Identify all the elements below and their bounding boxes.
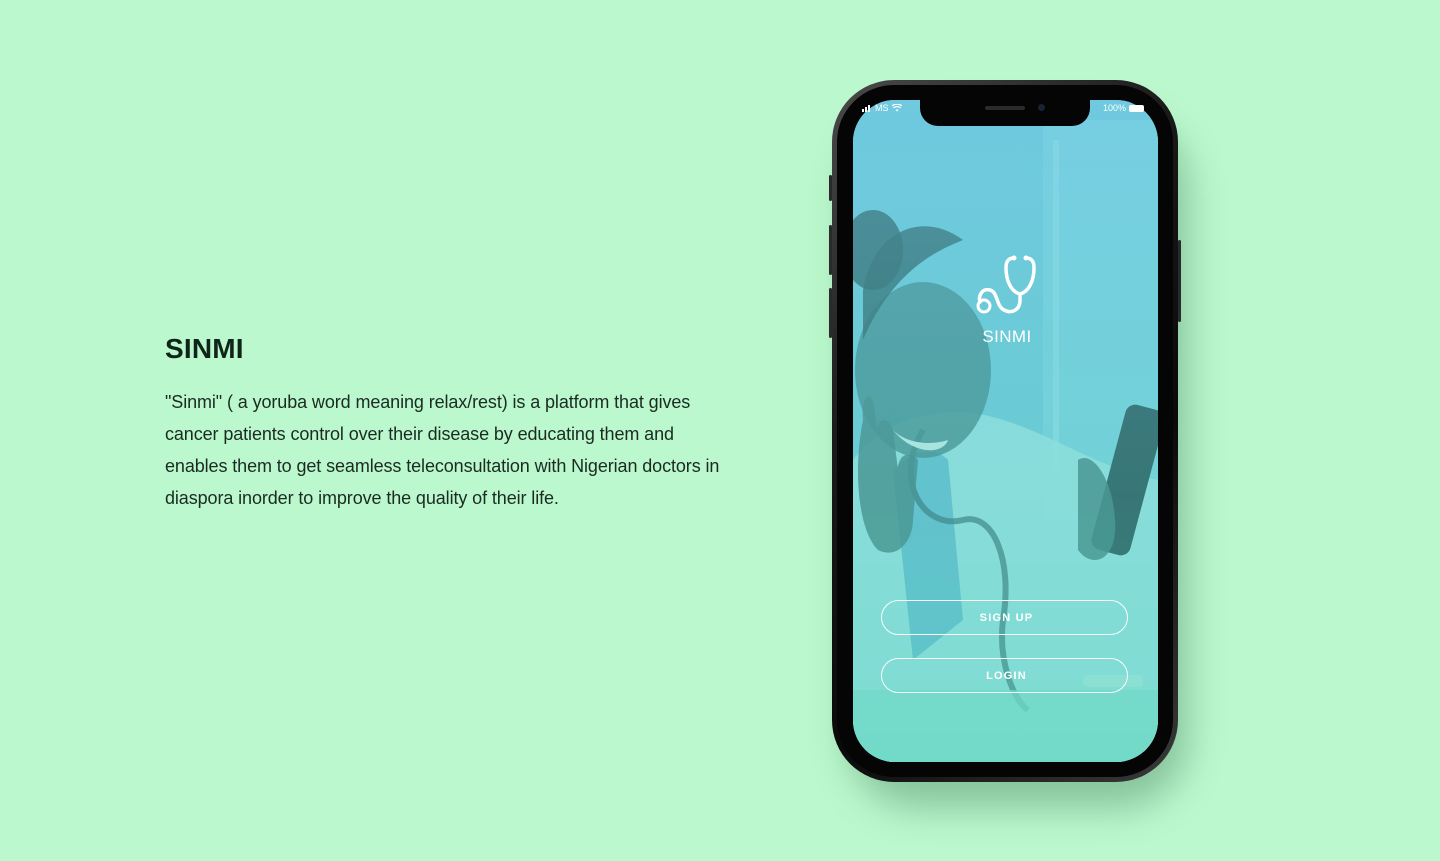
project-intro: SINMI "Sinmi" ( a yoruba word meaning re… xyxy=(165,332,725,514)
phone-volume-down xyxy=(829,288,832,338)
phone-camera xyxy=(1038,104,1045,111)
phone-mute-switch xyxy=(829,175,832,201)
phone-power-button xyxy=(1178,240,1181,322)
sign-up-button[interactable]: SIGN UP xyxy=(881,600,1128,635)
wifi-icon xyxy=(891,104,902,112)
phone-notch xyxy=(920,100,1090,126)
battery-icon xyxy=(1129,104,1145,112)
carrier-label: MS xyxy=(875,103,889,113)
project-title: SINMI xyxy=(165,333,244,364)
status-bar-left: MS xyxy=(862,103,902,113)
project-description: "Sinmi" ( a yoruba word meaning relax/re… xyxy=(165,392,720,508)
phone-volume-up xyxy=(829,225,832,275)
phone-speaker xyxy=(985,106,1025,110)
battery-percentage: 100% xyxy=(1103,103,1127,113)
app-name: SINMI xyxy=(982,327,1032,346)
status-bar-right: 100% xyxy=(1103,103,1145,113)
stethoscope-icon xyxy=(976,255,1036,314)
login-button[interactable]: LOGIN xyxy=(881,658,1128,693)
signal-icon xyxy=(862,105,870,112)
